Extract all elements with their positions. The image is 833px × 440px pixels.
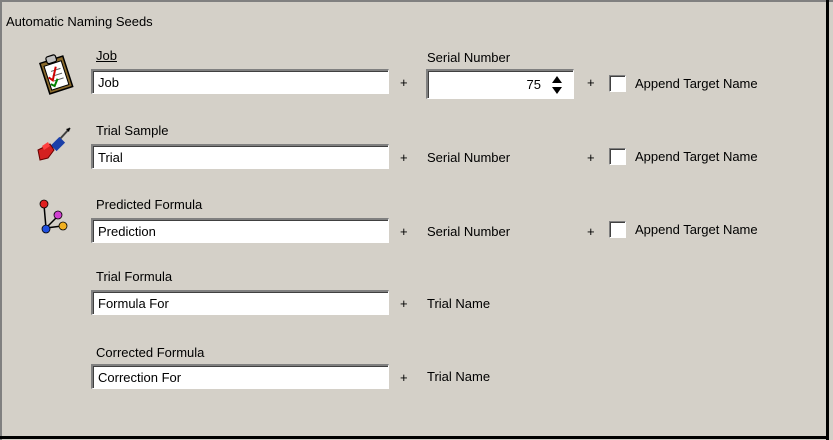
corrected-formula-label: Corrected Formula xyxy=(96,345,204,360)
serial-number-value: 75 xyxy=(526,77,541,92)
plus-sign: + xyxy=(400,370,408,385)
append-target-name-label: Append Target Name xyxy=(635,222,758,237)
trial-formula-label: Trial Formula xyxy=(96,269,173,284)
frame-left-edge xyxy=(0,0,2,440)
frame-right-edge xyxy=(826,0,829,440)
frame-bottom-edge xyxy=(0,436,829,439)
predicted-formula-seed-input[interactable]: Prediction xyxy=(91,218,389,243)
group-title: Automatic Naming Seeds xyxy=(6,14,153,29)
serial-number-suffix: Serial Number xyxy=(427,224,511,239)
serial-number-spinner[interactable]: 75 xyxy=(426,69,574,99)
plus-sign: + xyxy=(400,296,408,311)
serial-number-suffix: Serial Number xyxy=(427,150,511,165)
dart-icon xyxy=(36,124,76,164)
plus-sign: + xyxy=(400,75,408,90)
plus-sign: + xyxy=(400,224,408,239)
plus-sign: + xyxy=(587,150,595,165)
frame-top-edge xyxy=(0,0,833,2)
corrected-formula-seed-input[interactable]: Correction For xyxy=(91,364,389,389)
serial-number-label: Serial Number xyxy=(427,50,511,65)
corrected-formula-label-text: Corrected Formula xyxy=(96,345,205,360)
predicted-formula-label-text: Predicted Formula xyxy=(96,197,203,212)
trial-formula-seed-input[interactable]: Formula For xyxy=(91,290,389,315)
trial-name-suffix: Trial Name xyxy=(427,369,491,384)
job-label-text: Job xyxy=(96,48,117,63)
append-target-name-checkbox[interactable] xyxy=(609,148,626,165)
plus-sign: + xyxy=(400,150,408,165)
append-target-name-job[interactable]: Append Target Name xyxy=(609,75,799,95)
job-seed-input[interactable]: Job xyxy=(91,69,389,94)
predicted-formula-label: Predicted Formula xyxy=(96,197,202,212)
spinner-arrows-icon[interactable] xyxy=(551,74,563,96)
append-target-name-predicted-formula[interactable]: Append Target Name xyxy=(609,221,799,241)
trial-sample-seed-input[interactable]: Trial xyxy=(91,144,389,169)
append-target-name-trial-sample[interactable]: Append Target Name xyxy=(609,148,799,168)
trial-name-suffix: Trial Name xyxy=(427,296,491,311)
append-target-name-checkbox[interactable] xyxy=(609,75,626,92)
trial-sample-label: Trial Sample xyxy=(96,123,169,138)
molecule-icon xyxy=(38,198,72,236)
job-label: Job xyxy=(96,48,117,63)
append-target-name-checkbox[interactable] xyxy=(609,221,626,238)
append-target-name-label: Append Target Name xyxy=(635,149,758,164)
append-target-name-label: Append Target Name xyxy=(635,76,758,91)
clipboard-icon xyxy=(36,52,76,96)
plus-sign: + xyxy=(587,75,595,90)
plus-sign: + xyxy=(587,224,595,239)
